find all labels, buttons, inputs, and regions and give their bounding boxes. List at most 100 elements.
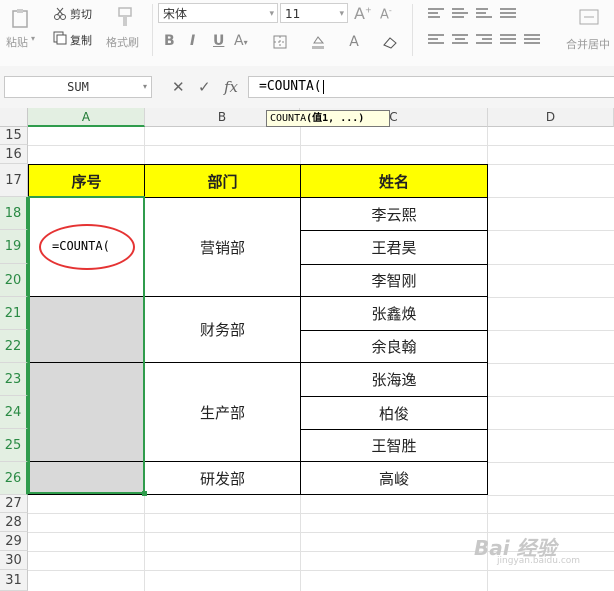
row-header[interactable]: 31 [0,570,28,591]
italic-button[interactable]: I [190,33,195,49]
name-box-value: SUM [67,80,89,94]
format-painter-icon[interactable] [115,6,135,28]
dept-cell[interactable]: 生产部 [144,362,301,462]
dept-cell[interactable]: 营销部 [144,197,301,297]
seq-cell[interactable] [28,296,145,363]
gridline [488,330,614,331]
paste-dropdown-icon[interactable]: ▾ [31,34,35,43]
row-header[interactable]: 17 [0,164,28,197]
row-header[interactable]: 22 [0,330,28,363]
bold-button[interactable]: B [164,33,175,49]
decrease-font-icon[interactable]: A- [380,6,392,22]
function-tooltip[interactable]: COUNTA(值1, ...) [266,110,390,127]
gridline [28,513,614,514]
row-header[interactable]: 23 [0,363,28,396]
align-center-icon[interactable] [452,34,468,48]
font-name-value: 宋体 [163,7,188,21]
gridline [488,396,614,397]
font-name-select[interactable]: 宋体 ▾ [158,3,278,23]
orientation-icon[interactable] [500,8,516,22]
dept-cell[interactable]: 研发部 [144,461,301,495]
justify-icon[interactable] [500,34,516,48]
cut-button[interactable]: 剪切 [70,6,92,22]
gridline [488,230,614,231]
confirm-icon[interactable]: ✓ [198,78,211,96]
name-cell[interactable]: 柏俊 [300,396,488,430]
fill-color-icon[interactable] [310,34,326,50]
scissors-icon[interactable] [52,5,68,21]
name-cell[interactable]: 余良翰 [300,330,488,363]
align-bottom-icon[interactable] [476,8,492,22]
row-header[interactable]: 19 [0,230,28,264]
align-top-icon[interactable] [428,8,444,22]
copy-icon[interactable] [52,30,68,46]
row-header[interactable]: 28 [0,513,28,532]
row-header[interactable]: 30 [0,551,28,570]
formula-input[interactable]: =COUNTA( [248,76,614,98]
row-header[interactable]: 16 [0,145,28,164]
header-cell-dept[interactable]: 部门 [144,164,301,198]
column-header-a[interactable]: A [28,108,145,127]
row-header[interactable]: 24 [0,396,28,429]
gridline [488,297,614,298]
tooltip-args: (值1, ...) [306,113,365,124]
align-right-icon[interactable] [476,34,492,48]
merge-center-icon[interactable] [578,6,600,28]
header-cell-seq[interactable]: 序号 [28,164,145,198]
paste-icon[interactable] [10,8,30,28]
seq-cell[interactable] [28,362,145,462]
font-size-select[interactable]: 11 ▾ [280,3,348,23]
align-middle-icon[interactable] [452,8,468,22]
red-annotation-circle [39,224,135,270]
seq-cell[interactable] [28,461,145,495]
row-header[interactable]: 27 [0,495,28,513]
name-cell[interactable]: 王智胜 [300,429,488,462]
toolbar-divider [152,4,153,56]
underline-button[interactable]: U [213,33,224,49]
insert-function-icon[interactable]: fx [224,78,238,96]
text-color-icon[interactable]: A [346,34,362,50]
eraser-icon[interactable] [382,34,398,50]
row-header[interactable]: 25 [0,429,28,462]
gridline [28,145,614,146]
chevron-down-icon: ▾ [339,9,344,19]
name-box[interactable]: SUM ▾ [4,76,152,98]
distributed-icon[interactable] [524,34,540,48]
increase-font-icon[interactable]: A+ [354,4,372,23]
gridline [488,495,614,496]
paste-button[interactable]: 粘贴 [6,34,28,50]
gridline [488,462,614,463]
format-painter-button[interactable]: 格式刷 [106,34,139,50]
name-cell[interactable]: 张海逸 [300,362,488,397]
column-header-d[interactable]: D [488,108,614,127]
cancel-icon[interactable]: ✕ [172,78,185,96]
name-cell[interactable]: 高峻 [300,461,488,495]
formula-text: =COUNTA( [259,79,322,94]
text-caret [322,79,324,94]
copy-button[interactable]: 复制 [70,32,92,48]
gridline [488,429,614,430]
select-all-corner[interactable] [0,108,28,127]
fill-handle[interactable] [142,491,147,496]
border-icon[interactable] [272,34,288,50]
watermark-url: jingyan.baidu.com [497,556,581,566]
name-cell[interactable]: 张鑫焕 [300,296,488,331]
row-header[interactable]: 29 [0,532,28,551]
gridline [28,570,614,571]
chevron-down-icon[interactable]: ▾ [143,77,147,97]
row-header[interactable]: 18 [0,197,28,230]
name-cell[interactable]: 李智刚 [300,264,488,297]
row-header[interactable]: 26 [0,462,28,495]
gridline [488,363,614,364]
merge-center-button[interactable]: 合并居中 [566,36,610,52]
font-color-icon[interactable]: A▾ [234,33,248,49]
row-header[interactable]: 20 [0,264,28,297]
header-cell-name[interactable]: 姓名 [300,164,488,198]
row-header[interactable]: 21 [0,297,28,330]
name-cell[interactable]: 王君昊 [300,230,488,265]
align-left-icon[interactable] [428,34,444,48]
ribbon-toolbar: 粘贴 ▾ 剪切 复制 格式刷 宋体 ▾ 11 ▾ A+ A- B I U A▾ … [0,0,614,67]
row-header[interactable]: 15 [0,127,28,145]
dept-cell[interactable]: 财务部 [144,296,301,363]
name-cell[interactable]: 李云熙 [300,197,488,231]
